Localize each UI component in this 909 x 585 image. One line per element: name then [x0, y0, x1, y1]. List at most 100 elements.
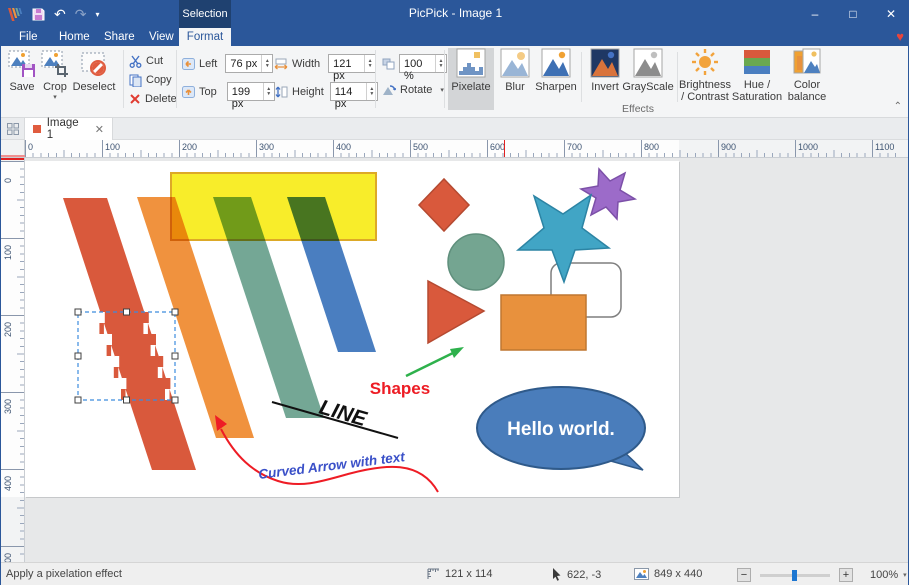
pixelate-button[interactable]: Pixelate — [448, 48, 494, 110]
heart-icon[interactable]: ♥ — [896, 29, 904, 44]
save-icon — [7, 49, 37, 79]
document-tab-label: Image 1 — [47, 117, 87, 141]
title-bar: ↶ ↷ ▾ PicPick - Image 1 Selection – □ ✕ — [1, 0, 909, 28]
pixelate-icon — [456, 48, 486, 78]
color-balance-button[interactable]: Color balance — [785, 48, 829, 110]
copy-label: Copy — [146, 74, 172, 86]
grayscale-button[interactable]: GrayScale — [623, 48, 673, 110]
cut-icon — [129, 55, 142, 68]
rotate-button[interactable]: Rotate ▾ — [382, 84, 444, 96]
scale-icon — [382, 58, 395, 70]
crop-button[interactable]: Crop ▾ — [39, 49, 71, 109]
blur-label: Blur — [505, 81, 525, 93]
h-ruler-label: 700 — [567, 142, 582, 152]
maximize-button[interactable]: □ — [834, 0, 872, 28]
zoom-value[interactable]: 100 % — [400, 55, 435, 72]
blur-button[interactable]: Blur — [497, 48, 533, 110]
vertical-ruler-cursor-marker — [1, 158, 24, 160]
top-value[interactable]: 199 px — [228, 83, 263, 100]
status-bar: Apply a pixelation effect 121 x 114 622,… — [1, 562, 909, 585]
image-canvas[interactable]: Shapes LINE Curved Arrow with text Hello… — [25, 161, 679, 497]
rotate-label: Rotate — [400, 84, 432, 96]
deselect-button[interactable]: Deselect — [71, 49, 117, 109]
zoom-controls: − + 100% ▾ — [737, 568, 907, 582]
tab-image1[interactable]: Image 1 ✕ — [25, 118, 113, 140]
h-ruler-label: 400 — [336, 142, 351, 152]
left-value[interactable]: 76 px — [226, 55, 261, 72]
deselect-label: Deselect — [73, 81, 116, 93]
zoom-percent[interactable]: 100% — [870, 569, 898, 581]
grayscale-label: GrayScale — [622, 81, 673, 93]
sharpen-button[interactable]: Sharpen — [535, 48, 577, 110]
left-position-icon — [182, 58, 195, 70]
hue-label2: Saturation — [732, 91, 782, 103]
purple-star-shape — [581, 169, 635, 219]
effects-group-label: Effects — [448, 103, 828, 115]
sharpen-label: Sharpen — [535, 81, 577, 93]
delete-button[interactable]: Delete — [129, 91, 177, 107]
left-spinner[interactable]: ▲▼ — [261, 55, 272, 72]
bubble-label: Hello world. — [507, 419, 615, 440]
zoom-slider-thumb[interactable] — [792, 570, 797, 581]
collapse-ribbon-icon[interactable]: ⌃ — [894, 101, 902, 112]
copy-button[interactable]: Copy — [129, 72, 172, 88]
height-icon — [274, 86, 288, 98]
invert-button[interactable]: Invert — [586, 48, 624, 110]
editor-workspace[interactable]: Shapes LINE Curved Arrow with text Hello… — [25, 158, 909, 562]
left-label: Left — [199, 58, 217, 70]
tab-view[interactable]: View — [139, 28, 184, 46]
zoom-in-button[interactable]: + — [839, 568, 853, 582]
left-input[interactable]: 76 px ▲▼ — [225, 54, 273, 73]
tab-format[interactable]: Format — [179, 28, 231, 46]
zoom-slider[interactable] — [760, 574, 830, 577]
tab-close-icon[interactable]: ✕ — [95, 123, 104, 136]
crop-dropdown-icon: ▾ — [53, 93, 57, 101]
top-input[interactable]: 199 px ▲▼ — [227, 82, 275, 101]
tab-file[interactable]: File — [9, 28, 48, 46]
close-button[interactable]: ✕ — [872, 0, 909, 28]
height-field-row: Height 114 px ▲▼ — [274, 82, 378, 101]
top-position-icon — [182, 86, 195, 98]
width-icon — [274, 58, 288, 70]
top-spinner[interactable]: ▲▼ — [263, 83, 274, 100]
h-ruler-label: 100 — [105, 142, 120, 152]
height-label: Height — [292, 86, 324, 98]
grid-icon — [7, 123, 19, 135]
h-ruler-label: 1100 — [875, 142, 894, 152]
height-value[interactable]: 114 px — [331, 83, 366, 100]
green-circle-shape — [448, 234, 504, 290]
zoom-input[interactable]: 100 % ▲▼ — [399, 54, 447, 73]
hue-label1: Hue / — [744, 79, 770, 91]
width-label: Width — [292, 58, 320, 70]
window-layout-button[interactable] — [1, 118, 25, 140]
save-button[interactable]: Save — [6, 49, 38, 109]
crop-icon — [40, 49, 70, 79]
minimize-button[interactable]: – — [796, 0, 834, 28]
h-ruler-label: 300 — [259, 142, 274, 152]
zoom-out-button[interactable]: − — [737, 568, 751, 582]
zoom-dropdown-icon[interactable]: ▾ — [903, 571, 907, 579]
v-ruler-label: 400 — [3, 476, 13, 491]
brightness-contrast-button[interactable]: Brightness / Contrast — [681, 48, 729, 110]
sharpen-icon — [541, 48, 571, 78]
status-message: Apply a pixelation effect — [6, 568, 122, 580]
v-ruler-label: 200 — [3, 322, 13, 337]
tab-share[interactable]: Share — [94, 28, 145, 46]
cut-button[interactable]: Cut — [129, 53, 163, 69]
picpick-window: ↶ ↷ ▾ PicPick - Image 1 Selection – □ ✕ … — [0, 0, 909, 585]
h-ruler-label: 500 — [413, 142, 428, 152]
brightness-label2: / Contrast — [681, 91, 729, 103]
height-input[interactable]: 114 px ▲▼ — [330, 82, 378, 101]
width-value[interactable]: 121 px — [329, 55, 364, 72]
brightness-icon — [691, 48, 719, 76]
width-spinner[interactable]: ▲▼ — [364, 55, 375, 72]
window-title: PicPick - Image 1 — [1, 6, 909, 20]
left-field-row: Left 76 px ▲▼ — [182, 54, 273, 73]
delete-icon — [129, 93, 141, 105]
h-ruler-label: 800 — [644, 142, 659, 152]
hue-saturation-button[interactable]: Hue / Saturation — [731, 48, 783, 110]
hue-saturation-icon — [743, 48, 771, 76]
width-input[interactable]: 121 px ▲▼ — [328, 54, 376, 73]
tab-home[interactable]: Home — [49, 28, 100, 46]
v-ruler-label: 0 — [3, 178, 13, 183]
